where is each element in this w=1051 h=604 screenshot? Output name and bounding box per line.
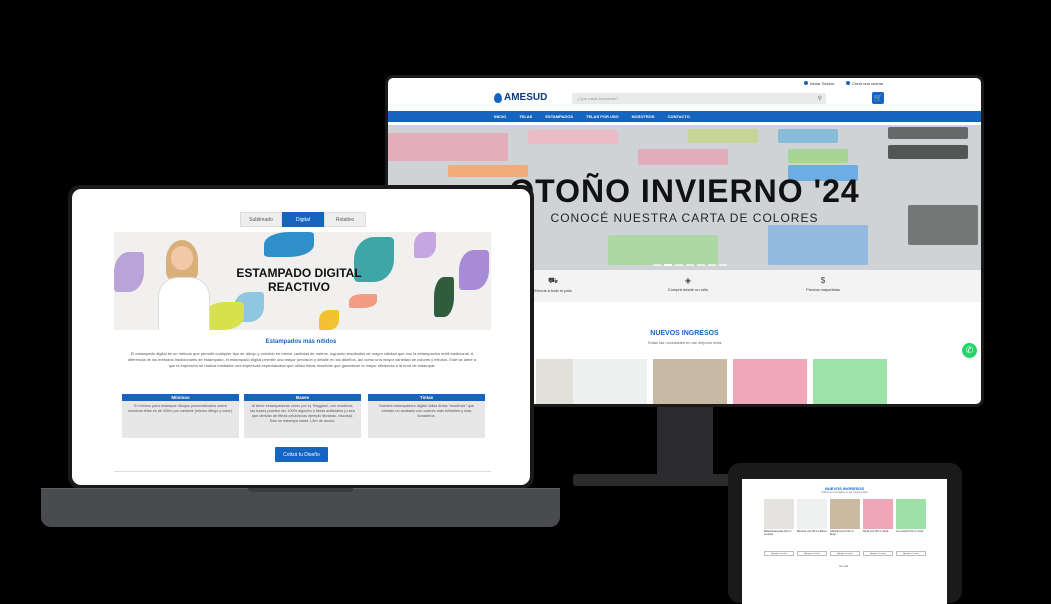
tablet-product-image[interactable] [896, 499, 926, 529]
decor-shape [264, 232, 314, 257]
tablet-product-name[interactable]: Modal Liso 150 cm Rosa [863, 531, 893, 534]
add-to-cart-button[interactable]: Agregar al carrito [830, 551, 860, 556]
section-title: Estampados más nítidos [265, 339, 337, 345]
tablet-product-image[interactable] [863, 499, 893, 529]
header: AMESUD ¿Qué estás buscando? ⚲ 🛒 [388, 88, 981, 111]
tablet-product-name[interactable]: Lino Lavado 150 cm Verde [896, 531, 926, 534]
swatch [528, 130, 618, 144]
monitor-stand [657, 407, 713, 479]
add-to-cart-button[interactable]: Agregar al carrito [764, 551, 794, 556]
swatch [608, 235, 718, 265]
roll-icon: ◈ [684, 276, 692, 285]
swatch [788, 149, 848, 163]
decor-shape [349, 294, 377, 308]
swatch [888, 145, 968, 159]
digital-print-banner: ESTAMPADO DIGITAL REACTIVO [114, 232, 491, 330]
login-link[interactable]: Iniciar Sesión [804, 81, 834, 86]
swatch [388, 133, 508, 161]
tablet-screen: NUEVOS INGRESOS Todas las novedades en l… [742, 479, 947, 604]
user-plus-icon [846, 81, 851, 85]
tablet-product-image[interactable] [764, 499, 794, 529]
user-icon [804, 81, 809, 85]
feature-roll: ◈ Comprá desde un rollo [638, 276, 738, 292]
banner-title: ESTAMPADO DIGITAL REACTIVO [236, 266, 362, 294]
swatch [888, 127, 968, 139]
feature-wholesale: $ Precios mayoristas [773, 276, 873, 292]
product-image[interactable] [573, 359, 647, 404]
decor-shape [459, 250, 489, 290]
info-card-minimos: Mínimos El mínimo para estampar dibujos … [122, 394, 239, 438]
info-card-tintas: Tintas Nuestra estampadora digital utili… [368, 394, 485, 438]
product-image[interactable] [653, 359, 727, 404]
tablet-product-image[interactable] [797, 499, 827, 529]
nav-item-estampados[interactable]: ESTAMPADOS [545, 114, 573, 119]
card-text: Nuestra estampadora digital utiliza tint… [379, 404, 474, 418]
nav-item-telas-por-uso[interactable]: TELAS POR USO [586, 114, 619, 119]
print-type-tabs: Sublimado Digital Rotativo [240, 212, 366, 227]
laptop-screen: Sublimado Digital Rotativo ESTAMPADO DIG… [72, 189, 530, 485]
product-image[interactable] [733, 359, 807, 404]
tablet-device: NUEVOS INGRESOS Todas las novedades en l… [728, 463, 962, 604]
decor-shape [114, 252, 144, 292]
logo-drop-icon [494, 92, 502, 103]
tablet-new-subtitle: Todas las novedades en las mejores telas [821, 491, 868, 494]
tab-rotativo[interactable]: Rotativo [324, 212, 366, 227]
card-text: El mínimo para estampar dibujos personal… [128, 404, 233, 413]
swatch [778, 129, 838, 143]
decor-shape [204, 302, 244, 330]
laptop-device: Sublimado Digital Rotativo ESTAMPADO DIG… [68, 185, 534, 489]
info-card-bases: Bases Al tener estampadoras como por ej.… [244, 394, 361, 438]
swatch [638, 149, 728, 165]
add-to-cart-button[interactable]: Agregar al carrito [797, 551, 827, 556]
add-to-cart-button[interactable]: Agregar al carrito [863, 551, 893, 556]
price-icon: $ [820, 276, 826, 285]
whatsapp-icon[interactable]: ✆ [962, 343, 977, 358]
see-more-link[interactable]: Ver más [839, 565, 848, 568]
tablet-product-image[interactable] [830, 499, 860, 529]
tab-digital[interactable]: Digital [282, 212, 324, 227]
nav-item-nosotros[interactable]: NOSOTROS [632, 114, 655, 119]
card-title: Mínimos [122, 394, 239, 401]
card-text: Al tener estampadoras como por ej. Reggi… [250, 404, 355, 423]
product-image[interactable] [813, 359, 887, 404]
laptop-notch [248, 488, 353, 492]
swatch [688, 129, 758, 143]
tablet-product-name[interactable]: Bambula Lisa 150 cm Blanco [797, 531, 827, 534]
decor-shape [319, 310, 339, 330]
section-text: El estampado digital es un método que pe… [127, 351, 477, 368]
tab-sublimado[interactable]: Sublimado [240, 212, 282, 227]
tablet-product-name[interactable]: Batista Estampada 150 cm Lavanda [764, 531, 794, 537]
decor-shape [434, 277, 454, 317]
search-icon[interactable]: ⚲ [818, 95, 822, 102]
divider [114, 471, 491, 472]
laptop-base [41, 489, 560, 527]
swatch [768, 225, 868, 265]
model-shirt [158, 277, 210, 330]
logo[interactable]: AMESUD [494, 92, 547, 103]
register-link[interactable]: Crear una cuenta [846, 81, 883, 86]
nav-item-inicio[interactable]: INICIO [494, 114, 506, 119]
search-input[interactable]: ¿Qué estás buscando? ⚲ [572, 93, 826, 104]
quote-design-button[interactable]: Cotizá tu Diseño [275, 447, 328, 462]
search-placeholder: ¿Qué estás buscando? [577, 96, 619, 101]
add-to-cart-button[interactable]: Agregar al carrito [896, 551, 926, 556]
logo-text: AMESUD [504, 92, 548, 103]
card-title: Tintas [368, 394, 485, 401]
model-face [171, 246, 193, 270]
topbar: Iniciar Sesión Crear una cuenta [388, 78, 981, 88]
carousel-dots[interactable] [653, 264, 727, 266]
nav-item-contacto[interactable]: CONTACTO [668, 114, 690, 119]
decor-shape [414, 232, 436, 258]
main-nav: INICIO TELAS ESTAMPADOS TELAS POR USO NO… [388, 111, 981, 122]
tablet-product-name[interactable]: Gabardina Lisa 150 cm Beige [830, 531, 860, 537]
nav-item-telas[interactable]: TELAS [519, 114, 532, 119]
cart-button[interactable]: 🛒 [872, 92, 884, 104]
card-title: Bases [244, 394, 361, 401]
cart-icon: 🛒 [873, 95, 883, 102]
